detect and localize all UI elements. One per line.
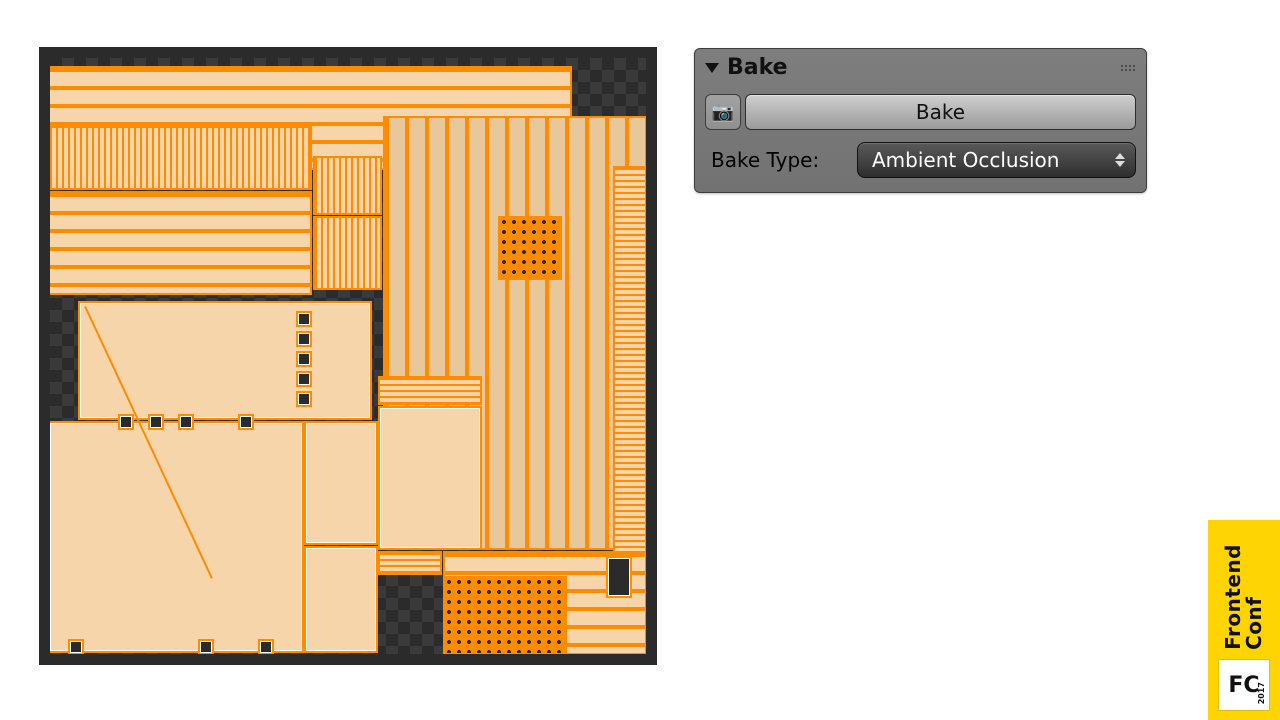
uv-island — [50, 423, 302, 651]
camera-icon: 📷 — [712, 102, 734, 123]
badge-logo: FC 2017 — [1219, 660, 1269, 710]
uv-canvas[interactable] — [50, 58, 646, 654]
uv-notch — [298, 353, 310, 365]
bake-type-dropdown[interactable]: Ambient Occlusion — [857, 142, 1136, 178]
bake-button[interactable]: Bake — [745, 94, 1136, 130]
updown-arrows-icon — [1113, 151, 1127, 169]
uv-notch — [298, 393, 310, 405]
uv-island — [315, 158, 380, 213]
disclosure-triangle-icon — [705, 63, 719, 73]
uv-notch — [180, 416, 192, 428]
uv-notch — [120, 416, 132, 428]
uv-notch — [200, 641, 212, 653]
panel-title: Bake — [727, 55, 788, 80]
badge-year: 2017 — [1257, 682, 1266, 704]
bake-type-value: Ambient Occlusion — [872, 148, 1059, 172]
uv-island — [315, 218, 380, 288]
uv-island — [306, 423, 376, 543]
uv-notch — [298, 373, 310, 385]
uv-island — [380, 378, 480, 403]
frontendconf-badge: Frontend Conf FC 2017 — [1208, 520, 1280, 720]
uv-editor-viewport[interactable] — [39, 47, 657, 665]
uv-notch — [298, 333, 310, 345]
drag-grip-icon[interactable] — [1120, 64, 1136, 72]
uv-notch — [260, 641, 272, 653]
uv-island — [445, 578, 565, 653]
bake-type-label: Bake Type: — [705, 148, 845, 172]
uv-notch — [298, 313, 310, 325]
render-image-icon[interactable]: 📷 — [705, 94, 741, 130]
uv-island — [50, 193, 310, 293]
bake-panel-body: 📷 Bake Bake Type: Ambient Occlusion — [695, 86, 1146, 192]
uv-island — [615, 168, 645, 598]
bake-panel: Bake 📷 Bake Bake Type: Ambient Occlusion — [694, 48, 1147, 193]
uv-island — [306, 548, 376, 651]
uv-island — [80, 303, 370, 418]
uv-notch — [70, 641, 82, 653]
uv-island — [50, 128, 310, 188]
uv-island — [608, 558, 630, 596]
uv-notch — [150, 416, 162, 428]
uv-notch — [240, 416, 252, 428]
badge-logo-text: FC — [1228, 673, 1259, 698]
uv-island — [500, 218, 560, 278]
uv-island — [380, 408, 480, 548]
badge-brand: Frontend Conf — [1223, 544, 1265, 650]
badge-brand-line2: Conf — [1242, 597, 1266, 650]
bake-button-label: Bake — [916, 100, 965, 124]
uv-island — [380, 553, 440, 573]
bake-panel-header[interactable]: Bake — [695, 49, 1146, 86]
